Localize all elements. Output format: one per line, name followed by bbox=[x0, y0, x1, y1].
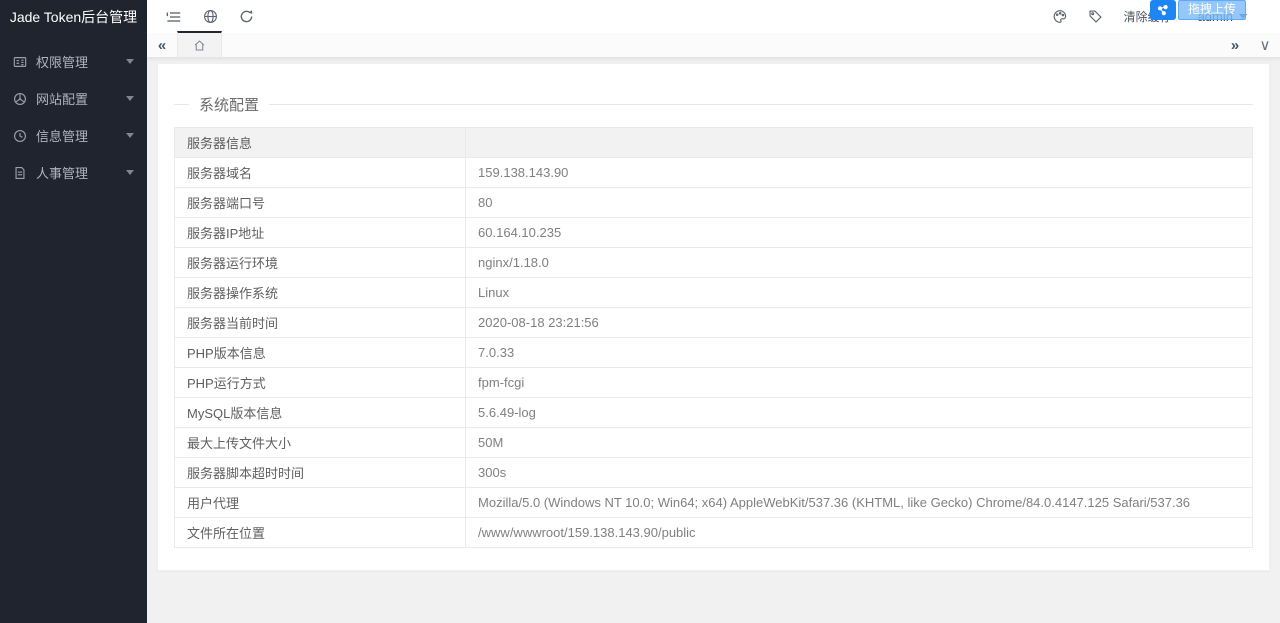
tabs-scroll-right-icon[interactable]: » bbox=[1220, 33, 1250, 57]
sidebar-item-label: 权限管理 bbox=[36, 55, 89, 70]
table-row: 文件所在位置 /www/wwwroot/159.138.143.90/publi… bbox=[173, 517, 1253, 548]
table-row: 服务器运行环境 nginx/1.18.0 bbox=[173, 247, 1253, 278]
tag-icon[interactable] bbox=[1088, 9, 1104, 25]
chevron-down-icon bbox=[126, 96, 134, 101]
chevron-down-icon bbox=[126, 133, 134, 138]
table-header-row: 服务器信息 bbox=[173, 127, 1253, 158]
tab-home[interactable] bbox=[177, 31, 222, 57]
sidebar-item-label: 信息管理 bbox=[36, 129, 89, 144]
site-config-icon bbox=[13, 92, 27, 106]
tabs-scroll-left-icon[interactable]: « bbox=[147, 33, 177, 57]
sidebar-item-info-manage[interactable]: 信息管理 bbox=[0, 117, 147, 154]
table-row: 服务器当前时间 2020-08-18 23:21:56 bbox=[173, 307, 1253, 338]
theme-palette-icon[interactable] bbox=[1052, 9, 1068, 25]
globe-icon[interactable] bbox=[202, 9, 218, 25]
sidebar: Jade Token后台管理 权限管理 网站配置 信息管理 人事管理 bbox=[0, 0, 147, 623]
table-row: MySQL版本信息 5.6.49-log bbox=[173, 397, 1253, 428]
refresh-icon[interactable] bbox=[238, 9, 254, 25]
permissions-icon bbox=[13, 55, 27, 69]
tabbar-right: » ∨ bbox=[1220, 33, 1280, 57]
sidebar-item-personnel[interactable]: 人事管理 bbox=[0, 154, 147, 191]
table-row: 服务器操作系统 Linux bbox=[173, 277, 1253, 308]
sidebar-item-permissions[interactable]: 权限管理 bbox=[0, 43, 147, 80]
system-config-panel: 系统配置 服务器信息 服务器域名 159.138.143.90 服务器端口号 8… bbox=[157, 63, 1270, 571]
menu-fold-icon[interactable] bbox=[166, 9, 182, 25]
table-row: 服务器域名 159.138.143.90 bbox=[173, 157, 1253, 188]
share-nodes-icon[interactable] bbox=[1150, 0, 1176, 20]
table-row: 服务器IP地址 60.164.10.235 bbox=[173, 217, 1253, 248]
table-row: PHP版本信息 7.0.33 bbox=[173, 337, 1253, 368]
personnel-icon bbox=[13, 166, 27, 180]
info-manage-icon bbox=[13, 129, 27, 143]
drag-upload-button[interactable]: 拖拽上传 bbox=[1178, 0, 1247, 20]
section-divider: 系统配置 bbox=[174, 94, 1253, 115]
drag-upload-overlay: 拖拽上传 bbox=[1150, 0, 1247, 20]
main-content: 系统配置 服务器信息 服务器域名 159.138.143.90 服务器端口号 8… bbox=[147, 59, 1280, 623]
chevron-down-icon bbox=[126, 59, 134, 64]
topbar-left-icons bbox=[147, 9, 254, 25]
table-row: 服务器脚本超时时间 300s bbox=[173, 457, 1253, 488]
table-row: 最大上传文件大小 50M bbox=[173, 427, 1253, 458]
table-header: 服务器信息 bbox=[173, 127, 467, 158]
server-info-table: 服务器信息 服务器域名 159.138.143.90 服务器端口号 80 服务器… bbox=[173, 127, 1253, 548]
table-row: 服务器端口号 80 bbox=[173, 187, 1253, 218]
app-logo-title[interactable]: Jade Token后台管理 bbox=[0, 0, 147, 34]
table-row: PHP运行方式 fpm-fcgi bbox=[173, 367, 1253, 398]
tabs-dropdown-icon[interactable]: ∨ bbox=[1250, 33, 1280, 57]
sidebar-nav: 权限管理 网站配置 信息管理 人事管理 bbox=[0, 43, 147, 191]
sidebar-item-site-config[interactable]: 网站配置 bbox=[0, 80, 147, 117]
page-title: 系统配置 bbox=[199, 97, 260, 114]
chevron-down-icon bbox=[126, 170, 134, 175]
topbar: 清除缓存 admin bbox=[147, 0, 1280, 33]
sidebar-item-label: 人事管理 bbox=[36, 166, 89, 181]
table-row: 用户代理 Mozilla/5.0 (Windows NT 10.0; Win64… bbox=[173, 487, 1253, 518]
home-icon bbox=[194, 39, 205, 50]
sidebar-item-label: 网站配置 bbox=[36, 92, 89, 107]
tabbar: « » ∨ bbox=[147, 31, 1280, 58]
